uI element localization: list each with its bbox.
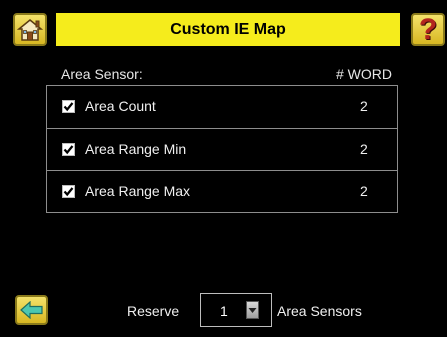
table-row: Area Range Max 2 xyxy=(47,170,397,212)
table-row: Area Range Min 2 xyxy=(47,128,397,170)
row-label: Area Count xyxy=(85,98,156,114)
reserve-count-dropdown[interactable]: 1 xyxy=(200,293,272,327)
checkmark-icon xyxy=(63,145,74,155)
home-button[interactable] xyxy=(13,13,47,46)
row-label: Area Range Min xyxy=(85,141,187,157)
help-icon: ? xyxy=(418,12,438,46)
checkmark-icon xyxy=(63,187,74,197)
row-word-count: 2 xyxy=(360,183,368,199)
home-icon xyxy=(17,18,43,41)
back-arrow-icon xyxy=(19,301,43,319)
reserve-count-value[interactable]: 1 xyxy=(220,303,228,319)
back-button[interactable] xyxy=(15,295,48,325)
dropdown-toggle[interactable] xyxy=(246,301,259,319)
custom-ie-map-screen: Custom IE Map ? Area Sensor: # WORD Area… xyxy=(0,0,447,337)
row-word-count: 2 xyxy=(360,141,368,157)
column-header-word: # WORD xyxy=(336,66,392,82)
row-label: Area Range Max xyxy=(85,183,191,199)
help-button[interactable]: ? xyxy=(411,13,445,46)
row-checkbox[interactable] xyxy=(62,100,75,113)
row-checkbox[interactable] xyxy=(62,185,75,198)
checkmark-icon xyxy=(63,102,74,112)
dropdown-arrow-icon xyxy=(248,307,257,313)
table-row: Area Count 2 xyxy=(47,86,397,128)
ie-map-table: Area Count 2 Area Range Min 2 Area Range… xyxy=(46,85,398,213)
area-sensors-label: Area Sensors xyxy=(277,303,362,319)
column-header-area-sensor: Area Sensor: xyxy=(61,66,143,82)
row-checkbox[interactable] xyxy=(62,143,75,156)
reserve-label: Reserve xyxy=(127,303,180,319)
title-bar: Custom IE Map xyxy=(56,13,400,46)
row-word-count: 2 xyxy=(360,98,368,114)
page-title: Custom IE Map xyxy=(170,20,286,38)
header: Custom IE Map ? xyxy=(0,0,447,56)
